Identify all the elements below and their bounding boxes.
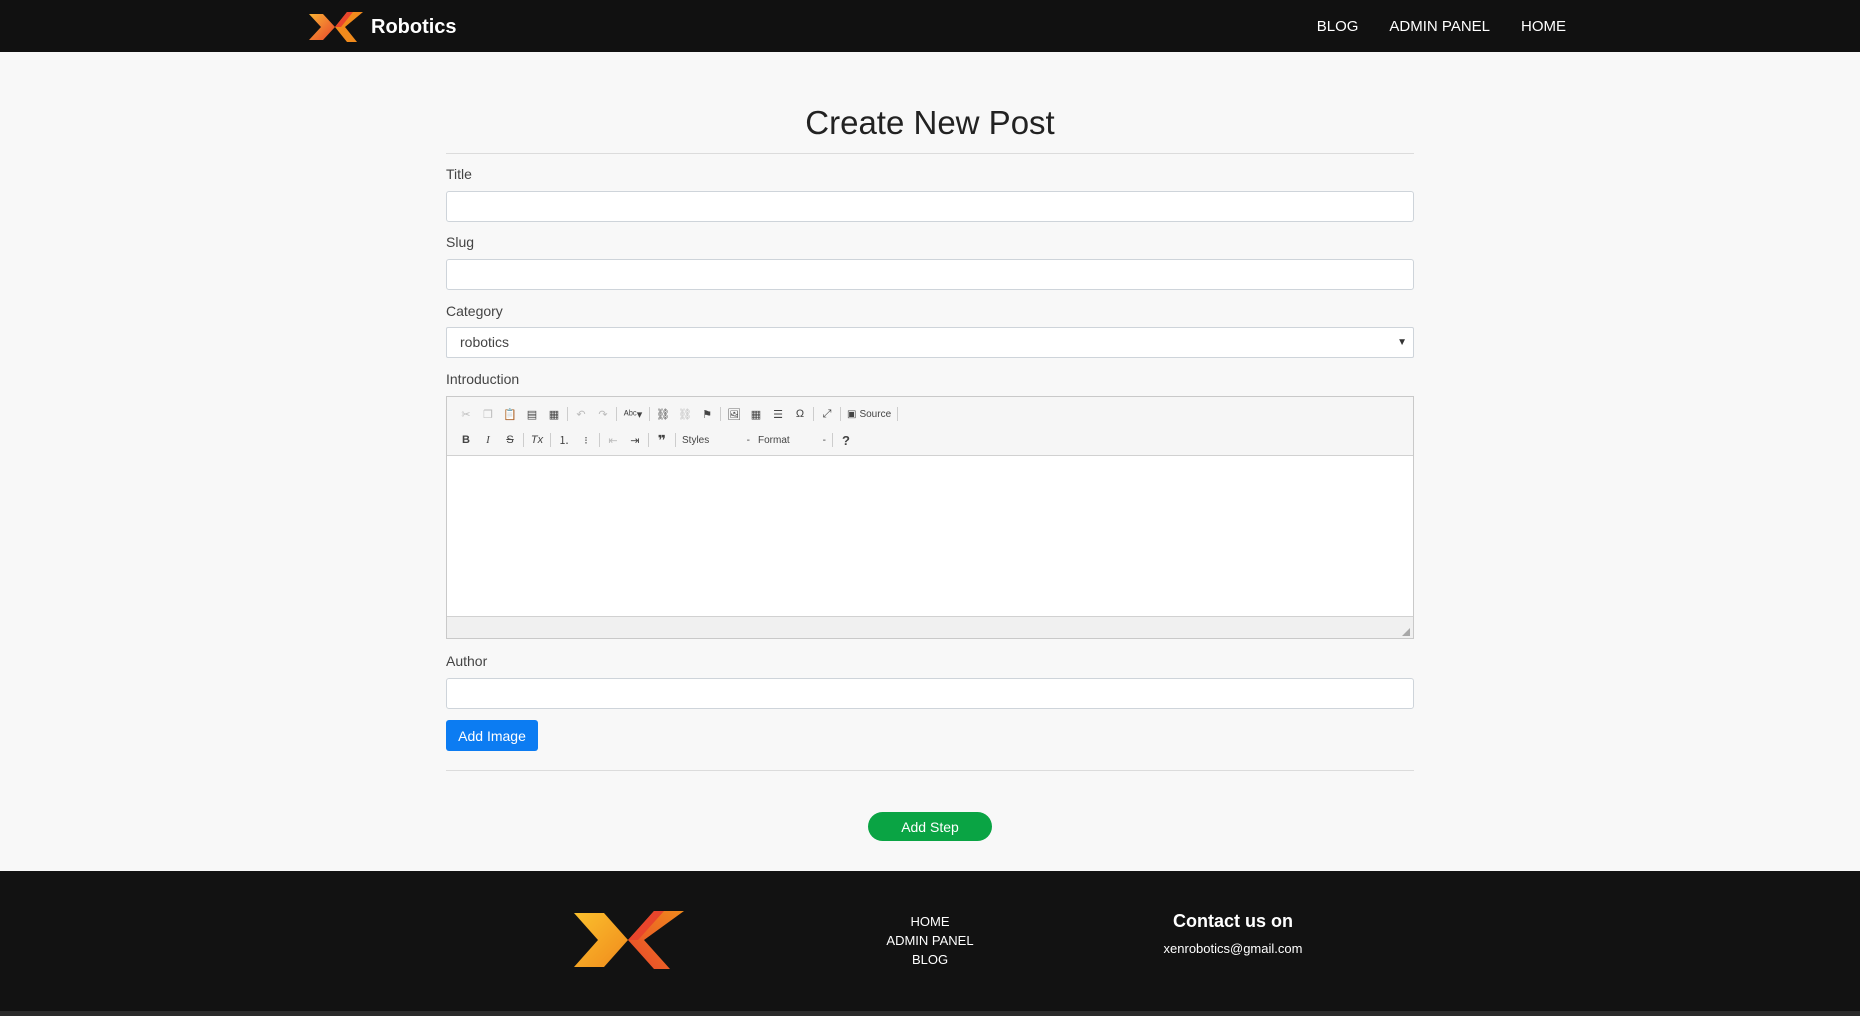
paste-icon[interactable]: 📋 — [499, 403, 521, 425]
unlink-icon[interactable]: ⛓ — [674, 403, 696, 425]
remove-format-icon[interactable]: Tx — [526, 429, 548, 451]
toolbar-separator — [648, 433, 649, 447]
copy-icon[interactable]: ❐ — [477, 403, 499, 425]
help-icon[interactable]: ? — [835, 429, 857, 451]
author-label: Author — [446, 653, 488, 669]
strikethrough-icon[interactable]: S — [499, 429, 521, 451]
toolbar-separator — [840, 407, 841, 421]
contact-email[interactable]: xenrobotics@gmail.com — [1133, 941, 1333, 956]
toolbar-separator — [523, 433, 524, 447]
author-input[interactable] — [446, 678, 1414, 709]
footer: HOME ADMIN PANEL BLOG Contact us on xenr… — [0, 871, 1860, 1016]
top-navbar: Robotics BLOG ADMIN PANEL HOME — [0, 0, 1860, 52]
indent-icon[interactable]: ⇥ — [624, 429, 646, 451]
special-char-icon[interactable]: Ω — [789, 403, 811, 425]
paste-text-icon[interactable]: ▤ — [521, 403, 543, 425]
editor-status-bar — [447, 617, 1413, 638]
undo-icon[interactable]: ↶ — [570, 403, 592, 425]
toolbar-separator — [675, 433, 676, 447]
anchor-icon[interactable]: ⚑ — [696, 403, 718, 425]
bulleted-list-icon[interactable]: ⁝ — [575, 429, 597, 451]
footer-link-blog[interactable]: BLOG — [860, 950, 1000, 969]
outdent-icon[interactable]: ⇤ — [602, 429, 624, 451]
brand[interactable]: Robotics — [307, 10, 457, 44]
cut-icon[interactable]: ✂ — [455, 403, 477, 425]
introduction-editor: ✂ ❐ 📋 ▤ ▦ ↶ ↷ ᴬᵇᶜ▾ ⛓ ⛓ ⚑ 🖼 ▦ ☰ Ω ⤢ ▣ Sou… — [446, 396, 1414, 639]
category-selected-value: robotics — [460, 334, 510, 350]
bold-icon[interactable]: B — [455, 429, 477, 451]
toolbar-row-1: ✂ ❐ 📋 ▤ ▦ ↶ ↷ ᴬᵇᶜ▾ ⛓ ⛓ ⚑ 🖼 ▦ ☰ Ω ⤢ ▣ Sou… — [455, 403, 900, 425]
footer-bottom-bar — [0, 1011, 1860, 1016]
category-label: Category — [446, 303, 503, 319]
toolbar-separator — [897, 407, 899, 421]
toolbar-row-2: B I S Tx ⒈ ⁝ ⇤ ⇥ ❞ Styles - Format - ? — [455, 429, 857, 451]
toolbar-separator — [550, 433, 551, 447]
page-title: Create New Post — [805, 104, 1055, 141]
contact-heading: Contact us on — [1173, 911, 1293, 931]
toolbar-separator — [599, 433, 600, 447]
nav-links: BLOG ADMIN PANEL HOME — [1286, 0, 1566, 52]
title-label: Title — [446, 166, 472, 182]
nav-link-blog[interactable]: BLOG — [1317, 18, 1359, 35]
dropdown-caret-icon: ▼ — [1397, 337, 1407, 348]
spellcheck-icon[interactable]: ᴬᵇᶜ▾ — [619, 403, 647, 425]
toolbar-separator — [813, 407, 814, 421]
editor-toolbar: ✂ ❐ 📋 ▤ ▦ ↶ ↷ ᴬᵇᶜ▾ ⛓ ⛓ ⚑ 🖼 ▦ ☰ Ω ⤢ ▣ Sou… — [447, 397, 1413, 456]
horizontal-line-icon[interactable]: ☰ — [767, 403, 789, 425]
title-input[interactable] — [446, 191, 1414, 222]
footer-logo-icon — [574, 911, 684, 969]
add-step-button[interactable]: Add Step — [868, 812, 992, 841]
resize-handle-icon[interactable] — [1402, 628, 1410, 636]
table-icon[interactable]: ▦ — [745, 403, 767, 425]
toolbar-separator — [616, 407, 617, 421]
slug-label: Slug — [446, 234, 475, 250]
introduction-label: Introduction — [446, 371, 520, 387]
styles-label: Styles — [682, 434, 710, 446]
toolbar-separator — [832, 433, 833, 447]
editor-content-area[interactable] — [447, 456, 1413, 617]
link-icon[interactable]: ⛓ — [652, 403, 674, 425]
source-label: Source — [859, 408, 892, 420]
slug-input[interactable] — [446, 259, 1414, 290]
italic-icon[interactable]: I — [477, 429, 499, 451]
source-button[interactable]: ▣ Source — [843, 409, 895, 420]
image-icon[interactable]: 🖼 — [723, 403, 745, 425]
paste-word-icon[interactable]: ▦ — [543, 403, 565, 425]
nav-link-admin-panel[interactable]: ADMIN PANEL — [1389, 18, 1490, 35]
maximize-icon[interactable]: ⤢ — [816, 403, 838, 425]
logo-icon — [309, 12, 363, 42]
source-icon: ▣ — [847, 408, 857, 420]
chevron-down-icon: - — [746, 434, 750, 446]
styles-dropdown[interactable]: Styles - — [678, 435, 754, 446]
format-label: Format — [758, 434, 790, 446]
brand-name: Robotics — [371, 15, 457, 38]
category-select[interactable]: robotics ▼ — [446, 327, 1414, 358]
footer-link-home[interactable]: HOME — [860, 912, 1000, 931]
numbered-list-icon[interactable]: ⒈ — [553, 429, 575, 451]
format-dropdown[interactable]: Format - — [754, 435, 830, 446]
toolbar-separator — [720, 407, 721, 421]
section-divider — [446, 770, 1414, 771]
add-image-button[interactable]: Add Image — [446, 720, 538, 751]
create-post-form: Create New Post — [446, 52, 1414, 154]
redo-icon[interactable]: ↷ — [592, 403, 614, 425]
blockquote-icon[interactable]: ❞ — [651, 429, 673, 451]
footer-nav: HOME ADMIN PANEL BLOG — [860, 912, 1000, 969]
title-divider — [446, 153, 1414, 154]
nav-link-home[interactable]: HOME — [1521, 18, 1566, 35]
footer-link-admin-panel[interactable]: ADMIN PANEL — [860, 931, 1000, 950]
toolbar-separator — [649, 407, 650, 421]
chevron-down-icon: - — [822, 434, 826, 446]
toolbar-separator — [567, 407, 568, 421]
